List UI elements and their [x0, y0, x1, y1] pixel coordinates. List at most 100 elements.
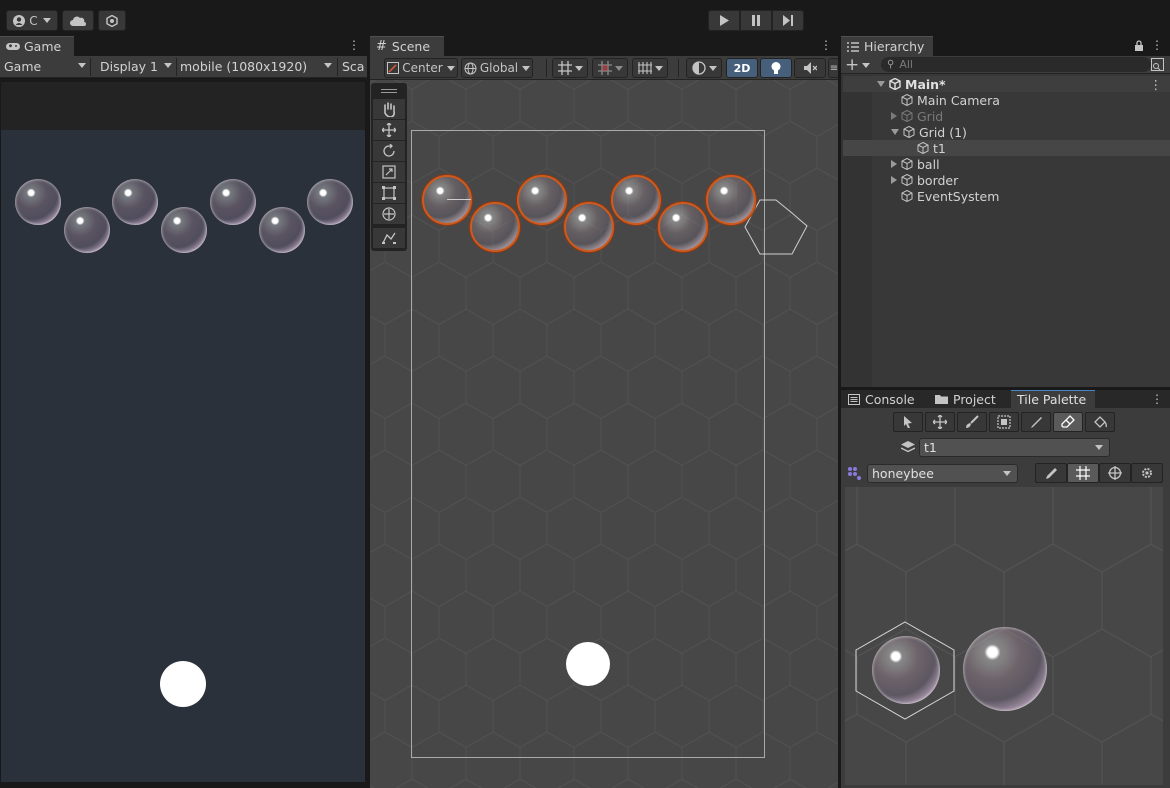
pivot-icon [387, 62, 400, 74]
play-button[interactable] [708, 10, 740, 31]
tab-game[interactable]: Game [0, 36, 74, 56]
grid-visibility-button[interactable] [632, 58, 668, 78]
tab-tile-palette[interactable]: Tile Palette [1011, 390, 1095, 408]
create-button[interactable]: + [845, 57, 873, 74]
tab-hierarchy-label: Hierarchy [864, 39, 925, 54]
toggle-2d-label: 2D [733, 61, 751, 75]
gizmos-toggle-button[interactable] [1099, 463, 1131, 483]
hierarchy-item[interactable]: ball [843, 156, 1170, 172]
chevron-down-icon [522, 65, 531, 71]
palette-canvas[interactable] [845, 487, 1163, 785]
hierarchy-item[interactable]: EventSystem [843, 188, 1170, 204]
resolution-dropdown[interactable]: mobile (1080x1920) [176, 56, 336, 76]
scene-bubble[interactable] [564, 202, 614, 252]
hierarchy-scene-row[interactable]: Main* ⋮ [843, 76, 1170, 92]
scale-slider[interactable]: Sca [338, 56, 368, 76]
pause-button[interactable] [740, 10, 772, 31]
gizmo-icon [1108, 466, 1122, 480]
palette-tile[interactable] [872, 636, 940, 704]
move-tile-tool-button[interactable] [925, 412, 955, 432]
edit-palette-button[interactable] [1035, 463, 1067, 483]
expand-arrow-icon[interactable] [891, 160, 897, 168]
scene-bubble[interactable] [470, 202, 520, 252]
audio-toggle[interactable] [794, 58, 826, 78]
rect-tool-button[interactable] [373, 183, 405, 203]
expand-arrow-icon[interactable] [891, 112, 897, 120]
custom-tool-button[interactable] [373, 228, 405, 248]
game-bubble [112, 179, 158, 225]
unity-scene-icon [889, 78, 901, 90]
space-label: Global [479, 61, 519, 75]
display-dropdown[interactable]: Display 1 [96, 56, 176, 76]
lock-icon[interactable] [1134, 40, 1144, 51]
expand-arrow-icon[interactable] [877, 81, 885, 87]
pivot-dropdown[interactable]: Center [384, 58, 458, 78]
hierarchy-item[interactable]: Main Camera [843, 92, 1170, 108]
hierarchy-search-input[interactable]: ⚲ All [881, 57, 1151, 72]
search-filter-icon[interactable] [1151, 58, 1164, 71]
hierarchy-item[interactable]: Grid [843, 108, 1170, 124]
game-mode-dropdown[interactable]: Game [0, 56, 90, 76]
transform-tool-button[interactable] [373, 204, 405, 224]
hierarchy-item-selected[interactable]: t1 [843, 140, 1170, 156]
scale-tool-button[interactable] [373, 162, 405, 182]
chevron-down-icon [1095, 445, 1103, 450]
cloud-button[interactable] [62, 10, 94, 31]
eraser-tool-button[interactable] [1053, 412, 1083, 432]
hierarchy-item[interactable]: Grid (1) [843, 124, 1170, 140]
scene-menu-kebab-icon[interactable]: ⋮ [1150, 77, 1163, 92]
step-button[interactable] [772, 10, 804, 31]
palette-dropdown[interactable]: honeybee [867, 464, 1018, 483]
paint-brush-tool-button[interactable] [957, 412, 987, 432]
display-label: Display 1 [100, 58, 159, 74]
expand-arrow-icon[interactable] [891, 129, 899, 135]
tab-project[interactable]: Project [930, 390, 1010, 408]
toggle-2d-button[interactable]: 2D [726, 58, 758, 78]
scene-bubble[interactable] [611, 175, 661, 225]
list-icon [847, 41, 859, 52]
scene-bubble[interactable] [706, 175, 756, 225]
hierarchy-menu-kebab-icon[interactable]: ⋮ [1151, 38, 1163, 52]
chevron-down-icon [654, 65, 663, 71]
tab-scene[interactable]: # Scene [370, 36, 444, 56]
move-gizmo[interactable] [447, 199, 471, 200]
services-icon [106, 14, 118, 27]
move-tool-button[interactable] [373, 120, 405, 140]
drag-handle-icon[interactable] [381, 89, 397, 90]
services-button[interactable] [98, 10, 126, 31]
expand-arrow-icon[interactable] [891, 176, 897, 184]
effects-icon: ≡ [829, 62, 839, 74]
space-dropdown[interactable]: Global [461, 58, 533, 78]
grid-toggle-button[interactable] [1067, 463, 1099, 483]
lighting-toggle[interactable] [760, 58, 792, 78]
scene-ball[interactable] [566, 642, 610, 686]
hierarchy-item[interactable]: border [843, 172, 1170, 188]
palette-settings-button[interactable] [1131, 463, 1163, 483]
scene-view[interactable] [370, 80, 838, 788]
scene-bubble[interactable] [422, 175, 472, 225]
game-menu-kebab-icon[interactable]: ⋮ [348, 38, 360, 52]
increment-snap-button[interactable] [592, 58, 628, 78]
scene-bubble[interactable] [517, 175, 567, 225]
draw-mode-button[interactable] [686, 58, 722, 78]
tab-hierarchy[interactable]: Hierarchy [841, 36, 933, 56]
palette-tile[interactable] [963, 627, 1047, 711]
hierarchy-item-label: ball [917, 156, 940, 172]
hash-icon: # [376, 39, 387, 54]
select-tool-button[interactable] [893, 412, 923, 432]
game-bubble [15, 179, 61, 225]
game-view[interactable] [1, 130, 365, 782]
tab-console[interactable]: Console [843, 390, 927, 408]
scene-bubble[interactable] [658, 202, 708, 252]
hand-tool-button[interactable] [373, 99, 405, 119]
gamepad-icon [6, 43, 20, 50]
scene-menu-kebab-icon[interactable]: ⋮ [820, 38, 832, 52]
account-button[interactable]: C [6, 10, 58, 31]
flood-fill-tool-button[interactable] [1085, 412, 1115, 432]
box-fill-tool-button[interactable] [989, 412, 1019, 432]
bottom-menu-kebab-icon[interactable]: ⋮ [1151, 392, 1163, 406]
rotate-tool-button[interactable] [373, 141, 405, 161]
grid-snap-button[interactable] [552, 58, 588, 78]
active-tilemap-dropdown[interactable]: t1 [919, 438, 1110, 457]
picker-tool-button[interactable] [1021, 412, 1051, 432]
